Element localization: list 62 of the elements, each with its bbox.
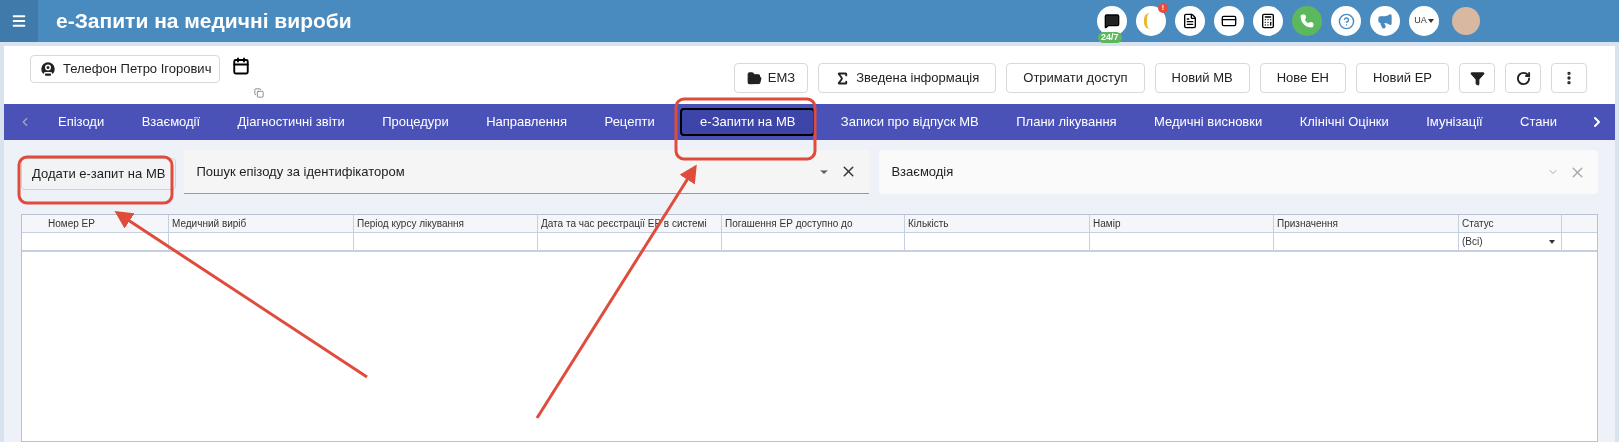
column-header[interactable]: Медичний виріб — [169, 215, 354, 232]
column-header[interactable]: Призначення — [1274, 215, 1459, 232]
language-selector[interactable]: UA — [1409, 6, 1439, 36]
episode-search-field[interactable]: Пошук епізоду за ідентифікатором — [184, 150, 870, 194]
status-filter-dropdown[interactable]: (Всі) — [1459, 234, 1561, 249]
support-badge: 24/7 — [1098, 32, 1122, 43]
tab[interactable]: Записи про відпуск МВ — [828, 108, 991, 136]
menu-icon — [11, 13, 27, 29]
tab[interactable]: Діагностичні звіти — [225, 108, 357, 136]
help-button[interactable] — [1331, 6, 1361, 36]
caret-icon — [1427, 19, 1434, 23]
tab[interactable]: е-Запити на МВ — [680, 108, 816, 136]
phone-icon — [1300, 14, 1314, 28]
phone-button[interactable] — [1292, 6, 1322, 36]
action-button[interactable]: Нове ЕН — [1259, 63, 1346, 93]
column-header[interactable]: Номер ЕР — [22, 215, 169, 232]
tab[interactable]: Імунізації — [1414, 108, 1495, 136]
column-header[interactable]: Період курсу лікування — [354, 215, 538, 232]
help-icon — [1337, 12, 1355, 30]
refresh-button[interactable] — [1505, 63, 1541, 93]
caret-icon — [1549, 239, 1555, 244]
calculator-button[interactable] — [1253, 6, 1283, 36]
add-request-button[interactable]: Додати е-запит на МВ — [21, 158, 177, 190]
card-icon — [1221, 13, 1237, 29]
column-header[interactable]: Кількість — [905, 215, 1090, 232]
more-button[interactable] — [1551, 63, 1587, 93]
tab[interactable]: Плани лікування — [1004, 108, 1129, 136]
calculator-icon — [1260, 13, 1276, 29]
action-button[interactable]: Отримати доступ — [1006, 63, 1145, 93]
patient-button[interactable]: Телефон Петро Ігорович — [30, 55, 221, 83]
tab[interactable]: Направлення — [474, 108, 580, 136]
tab[interactable]: Процедури — [370, 108, 461, 136]
tab[interactable]: Епізоди — [46, 108, 117, 136]
tab[interactable]: Взаємодії — [129, 108, 213, 136]
page-title: е-Запити на медичні вироби — [56, 8, 352, 35]
eh-button[interactable] — [1136, 6, 1166, 36]
calendar-icon — [232, 57, 251, 75]
tab[interactable]: Медичні висновки — [1142, 108, 1275, 136]
emz-button[interactable]: ЕМЗ — [733, 63, 809, 93]
card-button[interactable] — [1214, 6, 1244, 36]
megaphone-icon — [1377, 13, 1393, 29]
tab[interactable]: Стани — [1508, 108, 1569, 136]
user-icon — [39, 60, 57, 78]
action-button[interactable]: Новий МВ — [1154, 63, 1250, 93]
summary-button[interactable]: Зведена інформація — [818, 63, 997, 93]
interaction-filter-field[interactable]: Взаємодія — [879, 150, 1598, 194]
announcement-button[interactable] — [1370, 6, 1400, 36]
column-header[interactable]: Погашення ЕР доступно до — [722, 215, 905, 232]
action-button[interactable]: Новий ЕР — [1356, 63, 1449, 93]
refresh-icon — [1515, 70, 1531, 86]
tab[interactable]: Рецепти — [592, 108, 667, 136]
chat-icon — [1104, 13, 1120, 29]
tab[interactable]: Клінічні Оцінки — [1287, 108, 1401, 136]
column-header[interactable]: Намір — [1090, 215, 1274, 232]
filter-icon — [1469, 70, 1485, 86]
pdf-button[interactable] — [1175, 6, 1205, 36]
copy-icon — [254, 88, 264, 98]
filter-button[interactable] — [1459, 63, 1495, 93]
document-icon — [1182, 13, 1198, 29]
column-header[interactable]: Статус — [1459, 215, 1562, 232]
menu-button[interactable] — [0, 0, 38, 42]
folder-icon — [746, 70, 762, 86]
